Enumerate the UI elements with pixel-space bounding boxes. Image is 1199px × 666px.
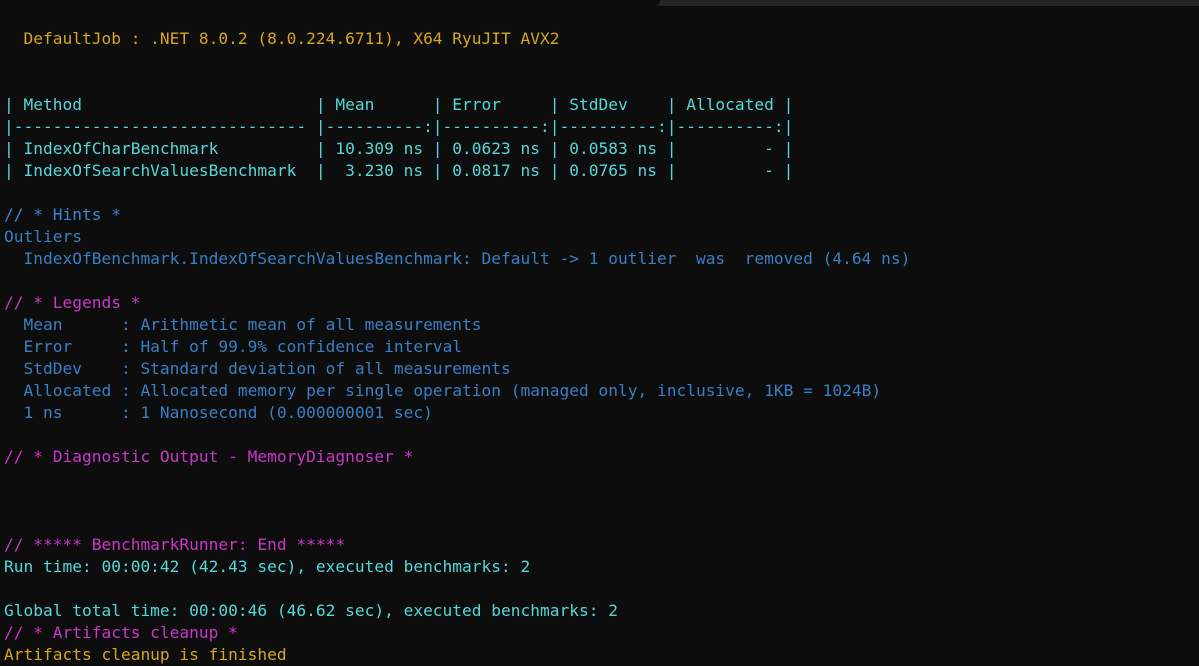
table-row: | IndexOfCharBenchmark | 10.309 ns | 0.0… bbox=[4, 139, 794, 158]
legend-entry-error: Error : Half of 99.9% confidence interva… bbox=[4, 337, 463, 356]
default-job-line: DefaultJob : .NET 8.0.2 (8.0.224.6711), … bbox=[4, 29, 560, 48]
legend-entry-nanosecond: 1 ns : 1 Nanosecond (0.000000001 sec) bbox=[4, 403, 433, 422]
results-table-header-row: | Method | Mean | Error | StdDev | Alloc… bbox=[4, 95, 794, 114]
table-row: | IndexOfSearchValuesBenchmark | 3.230 n… bbox=[4, 161, 794, 180]
results-table-separator-row: |------------------------------ |-------… bbox=[4, 117, 794, 136]
diagnostic-output-heading: // * Diagnostic Output - MemoryDiagnoser… bbox=[4, 447, 414, 466]
legend-entry-allocated: Allocated : Allocated memory per single … bbox=[4, 381, 882, 400]
run-time-line: Run time: 00:00:42 (42.43 sec), executed… bbox=[4, 557, 531, 576]
hints-outlier-detail: IndexOfBenchmark.IndexOfSearchValuesBenc… bbox=[4, 249, 911, 268]
benchmark-runner-end-heading: // ***** BenchmarkRunner: End ***** bbox=[4, 535, 346, 554]
hints-outliers-subheading: Outliers bbox=[4, 227, 82, 246]
legend-entry-stddev: StdDev : Standard deviation of all measu… bbox=[4, 359, 511, 378]
global-total-time-line: Global total time: 00:00:46 (46.62 sec),… bbox=[4, 601, 618, 620]
terminal-output-pane[interactable]: DefaultJob : .NET 8.0.2 (8.0.224.6711), … bbox=[0, 6, 1199, 664]
legend-entry-mean: Mean : Arithmetic mean of all measuremen… bbox=[4, 315, 482, 334]
legends-heading: // * Legends * bbox=[4, 293, 141, 312]
artifacts-cleanup-heading: // * Artifacts cleanup * bbox=[4, 623, 238, 642]
artifacts-cleanup-status: Artifacts cleanup is finished bbox=[4, 645, 287, 664]
hints-heading: // * Hints * bbox=[4, 205, 121, 224]
